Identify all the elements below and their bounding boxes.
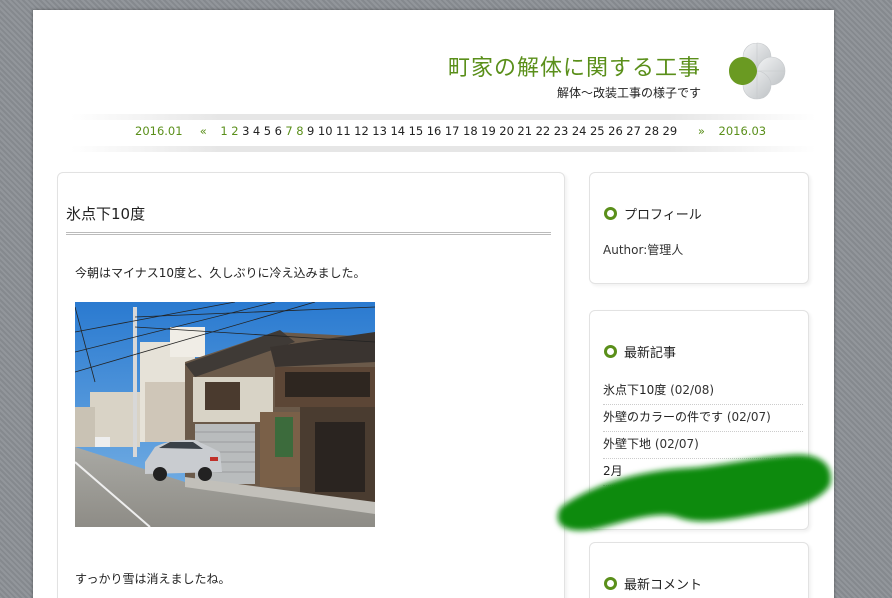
recent-posts-widget: 最新記事 氷点下10度 (02/08) 外壁のカラーの件です (02/07) 外… bbox=[589, 310, 809, 530]
list-item: 氷点下10度 (02/08) bbox=[603, 378, 803, 405]
next-month-link[interactable]: 2016.03 bbox=[719, 124, 767, 138]
calendar-day: 29 bbox=[662, 124, 678, 138]
ring-bullet-icon bbox=[604, 345, 617, 358]
calendar-day: 5 bbox=[263, 124, 272, 138]
author-label: Author:管理人 bbox=[603, 243, 684, 257]
calendar-day: 13 bbox=[372, 124, 387, 138]
recent-post-date: (02/07) bbox=[726, 410, 771, 424]
calendar-nav: 2016.01 « 1 2 3 4 5 6 7 8 9 10 11 12 13 14 15 16 17 18 19 2… bbox=[135, 124, 770, 138]
list-item: 外壁下地 (02/07) bbox=[603, 432, 803, 459]
calendar-day: 3 bbox=[242, 124, 250, 138]
comments-title-label: 最新コメント bbox=[624, 578, 703, 593]
list-item: 外壁のカラーの件です (02/07) bbox=[603, 405, 803, 432]
comments-widget-title: 最新コメント bbox=[604, 574, 702, 593]
calendar-day: 4 bbox=[252, 124, 261, 138]
recent-post-link[interactable]: 2月 bbox=[603, 464, 623, 478]
post-entry: 氷点下10度 今朝はマイナス10度と、久しぶりに冷え込みました。 すっかり雪は消… bbox=[57, 172, 565, 598]
calendar-day: 14 bbox=[390, 124, 406, 138]
calendar-day: 23 bbox=[553, 124, 569, 138]
recent-post-link[interactable]: 外壁のカラーの件です bbox=[603, 410, 723, 424]
profile-title-label: プロフィール bbox=[624, 208, 702, 223]
calendar-day[interactable]: 2 bbox=[231, 124, 238, 138]
site-description: 解体～改装工事の様子です bbox=[556, 86, 701, 100]
calendar-day: 25 bbox=[589, 124, 605, 138]
calendar-day[interactable]: 7 bbox=[285, 124, 292, 138]
site-title[interactable]: 町家の解体に関する工事 bbox=[448, 50, 701, 82]
ring-bullet-icon bbox=[604, 207, 617, 220]
calendar-day[interactable]: 8 bbox=[296, 124, 303, 138]
calendar-day: 19 bbox=[481, 124, 496, 138]
post-paragraph: すっかり雪は消えましたね。 bbox=[75, 572, 231, 586]
page-container: 町家の解体に関する工事 解体～改装工事の様子です 2016.01 « 12345… bbox=[33, 10, 834, 598]
recent-widget-title: 最新記事 bbox=[604, 342, 676, 361]
calendar-day: 12 bbox=[354, 124, 369, 138]
recent-posts-list: 氷点下10度 (02/08) 外壁のカラーの件です (02/07) 外壁下地 (… bbox=[603, 378, 803, 486]
list-item: 2月 bbox=[603, 459, 803, 486]
calendar-day: 6 bbox=[274, 124, 282, 138]
profile-widget: プロフィール Author:管理人 bbox=[589, 172, 809, 284]
calendar-day: 27 bbox=[626, 124, 641, 138]
ring-bullet-icon bbox=[604, 577, 617, 590]
calendar-day: 17 bbox=[444, 124, 460, 138]
next-arrow[interactable]: » bbox=[698, 124, 705, 138]
calendar-day: 24 bbox=[571, 124, 587, 138]
prev-month-link[interactable]: 2016.01 bbox=[135, 124, 183, 138]
calendar-day: 16 bbox=[426, 124, 442, 138]
profile-widget-title: プロフィール bbox=[604, 204, 702, 223]
post-title[interactable]: 氷点下10度 bbox=[66, 203, 551, 235]
street-photo[interactable] bbox=[75, 302, 375, 527]
recent-post-date: (02/07) bbox=[654, 437, 699, 451]
calendar-days: 1 2 3 4 5 6 7 8 9 10 11 12 13 14 15 16 17 18 19 20 21 22 23 24 2… bbox=[220, 124, 680, 138]
recent-post-date: (02/08) bbox=[670, 383, 715, 397]
calendar-day: 28 bbox=[644, 124, 660, 138]
calendar-day: 18 bbox=[463, 124, 478, 138]
calendar-day: 26 bbox=[608, 124, 623, 138]
calendar-day: 15 bbox=[408, 124, 424, 138]
four-leaf-logo-icon bbox=[729, 42, 786, 100]
nav-top-rule bbox=[71, 114, 816, 120]
post-paragraph: 今朝はマイナス10度と、久しぶりに冷え込みました。 bbox=[75, 266, 366, 280]
nav-bottom-rule bbox=[71, 146, 816, 152]
calendar-day: 9 bbox=[307, 124, 315, 138]
recent-title-label: 最新記事 bbox=[624, 346, 677, 361]
calendar-day: 22 bbox=[535, 124, 551, 138]
prev-arrow[interactable]: « bbox=[200, 124, 207, 138]
recent-post-link[interactable]: 外壁下地 bbox=[603, 437, 651, 451]
recent-post-link[interactable]: 氷点下10度 bbox=[603, 383, 666, 397]
calendar-day: 10 bbox=[317, 124, 333, 138]
calendar-day[interactable]: 1 bbox=[220, 124, 227, 138]
calendar-day: 21 bbox=[517, 124, 533, 138]
recent-comments-widget: 最新コメント bbox=[589, 542, 809, 598]
calendar-day: 20 bbox=[499, 124, 514, 138]
calendar-day: 11 bbox=[336, 124, 351, 138]
